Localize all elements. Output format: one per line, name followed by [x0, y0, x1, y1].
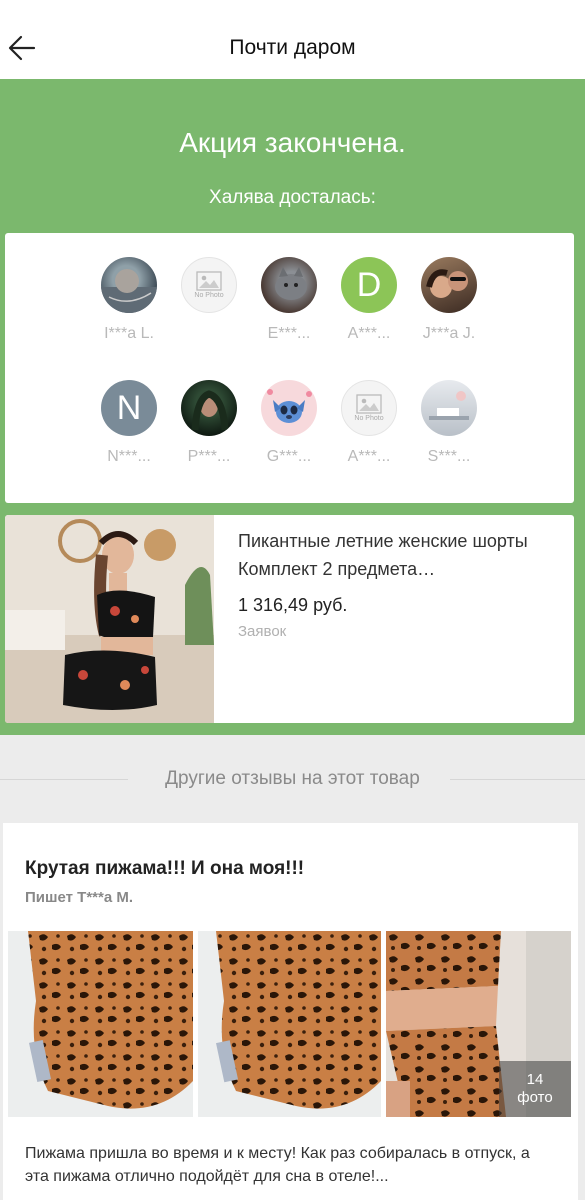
promo-subtitle: Халява досталась: — [209, 187, 376, 208]
photo-count: 14 — [526, 1071, 544, 1088]
winner-name: G***... — [266, 448, 312, 465]
image-placeholder-icon — [356, 394, 382, 414]
winner-item[interactable]: No Photo — [169, 257, 249, 313]
review-photo[interactable]: 14 фото — [386, 931, 571, 1117]
avatar — [421, 257, 477, 313]
image-placeholder-icon — [196, 271, 222, 291]
no-photo-avatar: No Photo — [181, 257, 237, 313]
review-photo[interactable] — [198, 931, 381, 1117]
promo-title: Акция закончена. — [179, 127, 406, 158]
winner-name: S***... — [427, 448, 471, 465]
winner-name: A***... — [347, 448, 391, 465]
avatar — [101, 257, 157, 313]
winner-name: N***... — [107, 448, 151, 465]
other-reviews-header: Другие отзывы на этот товар — [0, 765, 585, 795]
no-photo-avatar: No Photo — [341, 380, 397, 436]
review-text: Пижама пришла во время и к месту! Как ра… — [25, 1145, 530, 1185]
product-price: 1 316,49 руб. — [238, 595, 348, 615]
winner-name: I***a L. — [104, 325, 154, 342]
review-author: Пишет Т***а М. — [25, 889, 134, 906]
avatar — [261, 380, 317, 436]
winner-name: J***a J. — [422, 325, 476, 342]
product-title: Пикантные летние женские шорты Комплект … — [238, 531, 528, 579]
winner-name: P***... — [187, 448, 231, 465]
winner-item[interactable]: D A***... — [329, 257, 409, 343]
photo-count-badge[interactable]: 14 фото — [499, 1061, 571, 1117]
winner-item[interactable]: N N***... — [89, 380, 169, 466]
winner-item[interactable]: I***a L. — [89, 257, 169, 343]
no-photo-label: No Photo — [354, 415, 384, 422]
product-card[interactable]: Пикантные летние женские шорты Комплект … — [5, 515, 574, 723]
avatar-letter: N — [116, 388, 142, 427]
letter-avatar: D — [341, 257, 397, 313]
letter-avatar: N — [101, 380, 157, 436]
avatar — [181, 380, 237, 436]
winner-item[interactable]: No Photo A***... — [329, 380, 409, 466]
page-title: Почти даром — [229, 36, 356, 59]
winner-item[interactable]: S***... — [409, 380, 489, 466]
review-photo[interactable] — [8, 931, 193, 1117]
winner-item[interactable]: E***... — [249, 257, 329, 343]
avatar — [421, 380, 477, 436]
winners-card: I***a L. No Photo E***... D A***... J***… — [5, 233, 574, 503]
winner-item[interactable]: G***... — [249, 380, 329, 466]
product-orders-label: Заявок — [238, 623, 287, 640]
product-image — [5, 515, 214, 723]
winner-item[interactable]: J***a J. — [409, 257, 489, 343]
avatar-letter: D — [356, 265, 382, 304]
photo-count-label: фото — [517, 1089, 553, 1106]
review-card[interactable]: Крутая пижама!!! И она моя!!! Пишет Т***… — [3, 823, 578, 1200]
winner-item[interactable]: P***... — [169, 380, 249, 466]
winner-name: A***... — [347, 325, 391, 342]
avatar — [261, 257, 317, 313]
review-title: Крутая пижама!!! И она моя!!! — [25, 858, 305, 879]
winner-name: E***... — [267, 325, 311, 342]
top-bar: Почти даром — [0, 0, 585, 79]
other-reviews-heading: Другие отзывы на этот товар — [165, 768, 420, 789]
no-photo-label: No Photo — [194, 292, 224, 299]
